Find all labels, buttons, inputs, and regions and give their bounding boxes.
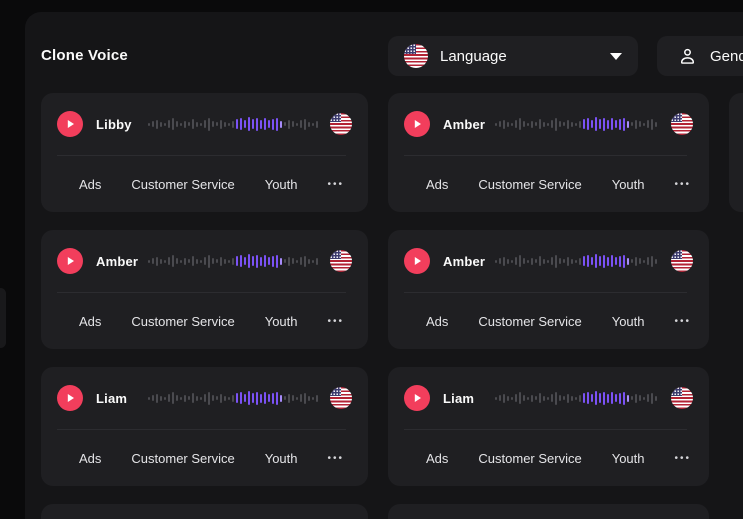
tag-customer-service[interactable]: Customer Service [131, 314, 234, 329]
voice-card-partial [388, 504, 709, 519]
play-button[interactable] [404, 111, 430, 137]
more-options-button[interactable]: ••• [675, 175, 692, 194]
language-filter-button[interactable]: Language [388, 36, 638, 76]
play-icon [65, 119, 75, 129]
chevron-down-icon [610, 53, 622, 60]
tag-customer-service[interactable]: Customer Service [131, 177, 234, 192]
voice-name: Liam [443, 391, 493, 406]
voice-card: Amber Ads Customer Service Youth ••• [388, 230, 709, 349]
clone-voice-panel: Clone Voice Language Gender Libby [25, 12, 743, 519]
more-options-button[interactable]: ••• [328, 312, 345, 331]
tag-youth[interactable]: Youth [265, 177, 298, 192]
play-icon [65, 256, 75, 266]
more-options-button[interactable]: ••• [675, 312, 692, 331]
more-options-button[interactable]: ••• [328, 175, 345, 194]
voice-name: Libby [96, 117, 146, 132]
gender-filter-button[interactable]: Gender [657, 36, 743, 76]
play-button[interactable] [404, 248, 430, 274]
tag-customer-service[interactable]: Customer Service [131, 451, 234, 466]
voice-card: Amber Ads Customer Service Youth ••• [388, 93, 709, 212]
person-icon [677, 46, 698, 67]
scrollbar-thumb[interactable] [0, 288, 6, 348]
play-icon [412, 119, 422, 129]
waveform [148, 390, 318, 406]
voice-card: Liam Ads Customer Service Youth ••• [41, 367, 368, 486]
us-flag-icon [330, 113, 352, 135]
gender-filter-label: Gender [710, 48, 743, 65]
us-flag-icon [330, 250, 352, 272]
voice-card-partial [41, 504, 368, 519]
play-icon [412, 256, 422, 266]
voice-card: Liam Ads Customer Service Youth ••• [388, 367, 709, 486]
waveform [148, 116, 318, 132]
tag-ads[interactable]: Ads [79, 451, 101, 466]
play-button[interactable] [57, 385, 83, 411]
us-flag-icon [404, 44, 428, 68]
tag-youth[interactable]: Youth [612, 177, 645, 192]
voice-card-partial [729, 93, 743, 212]
voice-name: Liam [96, 391, 146, 406]
voice-name: Amber [443, 254, 493, 269]
app-screen: Clone Voice Language Gender Libby [0, 0, 743, 519]
tag-customer-service[interactable]: Customer Service [478, 314, 581, 329]
play-icon [65, 393, 75, 403]
voice-name: Amber [96, 254, 146, 269]
tag-youth[interactable]: Youth [265, 451, 298, 466]
language-filter-label: Language [440, 48, 507, 65]
tag-ads[interactable]: Ads [426, 177, 448, 192]
play-button[interactable] [57, 111, 83, 137]
voice-name: Amber [443, 117, 493, 132]
waveform [495, 390, 659, 406]
page-title: Clone Voice [41, 46, 128, 66]
waveform [495, 116, 659, 132]
play-button[interactable] [404, 385, 430, 411]
voice-card: Amber Ads Customer Service Youth ••• [41, 230, 368, 349]
us-flag-icon [671, 387, 693, 409]
tag-customer-service[interactable]: Customer Service [478, 177, 581, 192]
tag-ads[interactable]: Ads [426, 314, 448, 329]
waveform [148, 253, 318, 269]
tag-youth[interactable]: Youth [612, 314, 645, 329]
waveform [495, 253, 659, 269]
tag-ads[interactable]: Ads [79, 314, 101, 329]
tag-ads[interactable]: Ads [426, 451, 448, 466]
more-options-button[interactable]: ••• [328, 449, 345, 468]
tag-youth[interactable]: Youth [612, 451, 645, 466]
us-flag-icon [330, 387, 352, 409]
play-button[interactable] [57, 248, 83, 274]
tag-youth[interactable]: Youth [265, 314, 298, 329]
more-options-button[interactable]: ••• [675, 449, 692, 468]
voice-card-grid: Libby Ads Customer Service Youth ••• Amb… [41, 93, 709, 519]
tag-customer-service[interactable]: Customer Service [478, 451, 581, 466]
play-icon [412, 393, 422, 403]
us-flag-icon [671, 113, 693, 135]
tag-ads[interactable]: Ads [79, 177, 101, 192]
voice-card: Libby Ads Customer Service Youth ••• [41, 93, 368, 212]
us-flag-icon [671, 250, 693, 272]
